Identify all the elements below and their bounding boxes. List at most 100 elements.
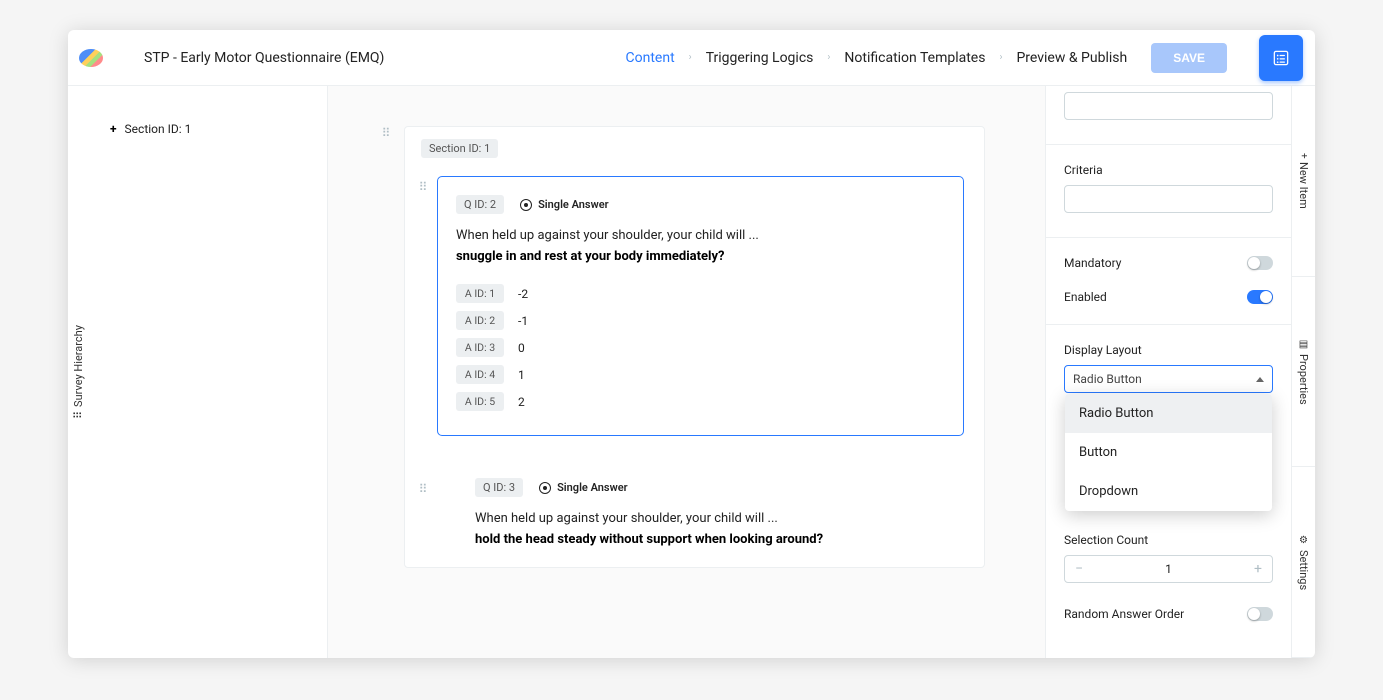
answer-value: 0 [518,341,525,355]
answers-list: A ID: 1 -2 A ID: 2 -1 A ID: 3 0 A ID: 4 1 A … [456,284,945,411]
answer-row[interactable]: A ID: 1 -2 [456,284,945,303]
logo-icon [79,49,103,67]
section-header: Section ID: 1 [405,127,984,158]
display-layout-dropdown: Radio Button Button Dropdown [1065,394,1272,511]
answer-id-chip: A ID: 3 [456,338,504,357]
save-button[interactable]: SAVE [1151,43,1227,73]
canvas: ⠿ Section ID: 1 ⠿ Q ID: 2 Single An [328,86,1045,658]
enabled-row: Enabled [1064,290,1273,304]
criteria-field: Criteria [1064,163,1273,213]
chevron-up-icon [1256,377,1264,382]
question-type-label: Single Answer [520,198,609,211]
mandatory-label: Mandatory [1064,256,1121,270]
answer-row[interactable]: A ID: 5 2 [456,392,945,411]
question-card[interactable]: Q ID: 3 Single Answer When held up again… [437,460,984,567]
nav-preview-publish[interactable]: Preview & Publish [1016,50,1127,66]
field-unlabeled-top [1064,92,1273,120]
top-input[interactable] [1064,92,1273,120]
chevron-right-icon: › [999,52,1002,63]
answer-value: -1 [518,314,528,328]
answer-row[interactable]: A ID: 2 -1 [456,311,945,330]
dropdown-option-dropdown[interactable]: Dropdown [1065,472,1272,511]
stepper-decrement[interactable]: − [1065,561,1093,577]
chevron-right-icon: › [827,52,830,63]
random-order-label: Random Answer Order [1064,607,1184,621]
criteria-label: Criteria [1064,163,1273,177]
enabled-toggle[interactable] [1247,290,1273,304]
plus-icon: + [110,122,117,136]
question-type-label: Single Answer [539,481,628,494]
question-bold-text: snuggle in and rest at your body immedia… [456,249,945,264]
app-frame: STP - Early Motor Questionnaire (EMQ) Co… [68,30,1315,658]
selection-count-label: Selection Count [1064,533,1273,547]
answer-id-chip: A ID: 1 [456,284,504,303]
section-card: Section ID: 1 ⠿ Q ID: 2 Single Answer [404,126,985,568]
drag-handle-icon[interactable]: ⠿ [415,180,431,194]
question-top-row: Q ID: 2 Single Answer [456,195,945,214]
answer-value: 2 [518,395,525,409]
mandatory-row: Mandatory [1064,256,1273,270]
nav-content[interactable]: Content [626,50,675,66]
radio-icon [539,482,551,494]
divider [1046,237,1291,238]
nav-notification-templates[interactable]: Notification Templates [844,50,985,66]
right-rail: +New Item ▤Properties ⚙Settings [1291,86,1315,658]
dropdown-option-button[interactable]: Button [1065,433,1272,472]
random-order-row: Random Answer Order [1064,607,1273,621]
dropdown-option-radio-button[interactable]: Radio Button [1065,394,1272,433]
properties-icon: ▤ [1298,339,1309,350]
selection-count-field: Selection Count − 1 + [1064,533,1273,583]
body: ⠿Survey Hierarchy + Section ID: 1 ⠿ Sect… [68,86,1315,658]
divider [1046,144,1291,145]
list-icon [1271,48,1291,68]
answer-row[interactable]: A ID: 4 1 [456,365,945,384]
answer-value: -2 [518,287,528,301]
question-id-chip: Q ID: 3 [475,478,523,497]
answer-id-chip: A ID: 2 [456,311,504,330]
left-rail[interactable]: ⠿Survey Hierarchy [68,86,90,658]
display-layout-value: Radio Button [1073,372,1142,386]
page-title: STP - Early Motor Questionnaire (EMQ) [144,50,384,66]
rail-settings[interactable]: ⚙Settings [1292,467,1315,658]
stepper-value: 1 [1093,562,1244,576]
answer-value: 1 [518,368,525,382]
question-top-row: Q ID: 3 Single Answer [475,478,946,497]
stepper-increment[interactable]: + [1244,561,1272,577]
answer-id-chip: A ID: 5 [456,392,504,411]
criteria-input[interactable] [1064,185,1273,213]
display-layout-field: Display Layout Radio Button Radio Button… [1064,343,1273,393]
radio-icon [520,199,532,211]
hierarchy-section-item[interactable]: + Section ID: 1 [110,122,307,136]
enabled-label: Enabled [1064,290,1107,304]
section-wrapper: ⠿ Section ID: 1 ⠿ Q ID: 2 Single An [378,126,985,568]
hierarchy-icon: ⠿ [72,411,85,419]
chevron-right-icon: › [689,52,692,63]
nav-triggering-logics[interactable]: Triggering Logics [706,50,814,66]
divider [1046,324,1291,325]
rail-properties[interactable]: ▤Properties [1292,277,1315,468]
random-order-toggle[interactable] [1247,607,1273,621]
answer-row[interactable]: A ID: 3 0 [456,338,945,357]
plus-icon: + [1298,153,1309,159]
display-layout-select[interactable]: Radio Button Radio Button Button Dropdow… [1064,365,1273,393]
question-id-chip: Q ID: 2 [456,195,504,214]
rail-new-item[interactable]: +New Item [1292,86,1315,277]
section-id-chip: Section ID: 1 [421,139,498,158]
mandatory-toggle[interactable] [1247,256,1273,270]
drag-handle-icon[interactable]: ⠿ [378,126,394,140]
display-layout-label: Display Layout [1064,343,1273,357]
drag-handle-icon[interactable]: ⠿ [415,482,431,496]
question-card-selected[interactable]: Q ID: 2 Single Answer When held up again… [437,176,964,436]
gear-icon: ⚙ [1298,535,1309,546]
list-panel-button[interactable] [1259,35,1303,81]
header: STP - Early Motor Questionnaire (EMQ) Co… [68,30,1315,86]
question-stem: When held up against your shoulder, your… [475,511,946,526]
logo-wrap [68,49,114,67]
hierarchy-panel: + Section ID: 1 [90,86,328,658]
hierarchy-section-label: Section ID: 1 [125,122,192,136]
question-bold-text: hold the head steady without support whe… [475,532,946,547]
answer-id-chip: A ID: 4 [456,365,504,384]
question-stem: When held up against your shoulder, your… [456,228,945,243]
properties-panel: Criteria Mandatory Enabled Display Layou… [1045,86,1291,658]
survey-hierarchy-rail-label: ⠿Survey Hierarchy [72,325,85,419]
